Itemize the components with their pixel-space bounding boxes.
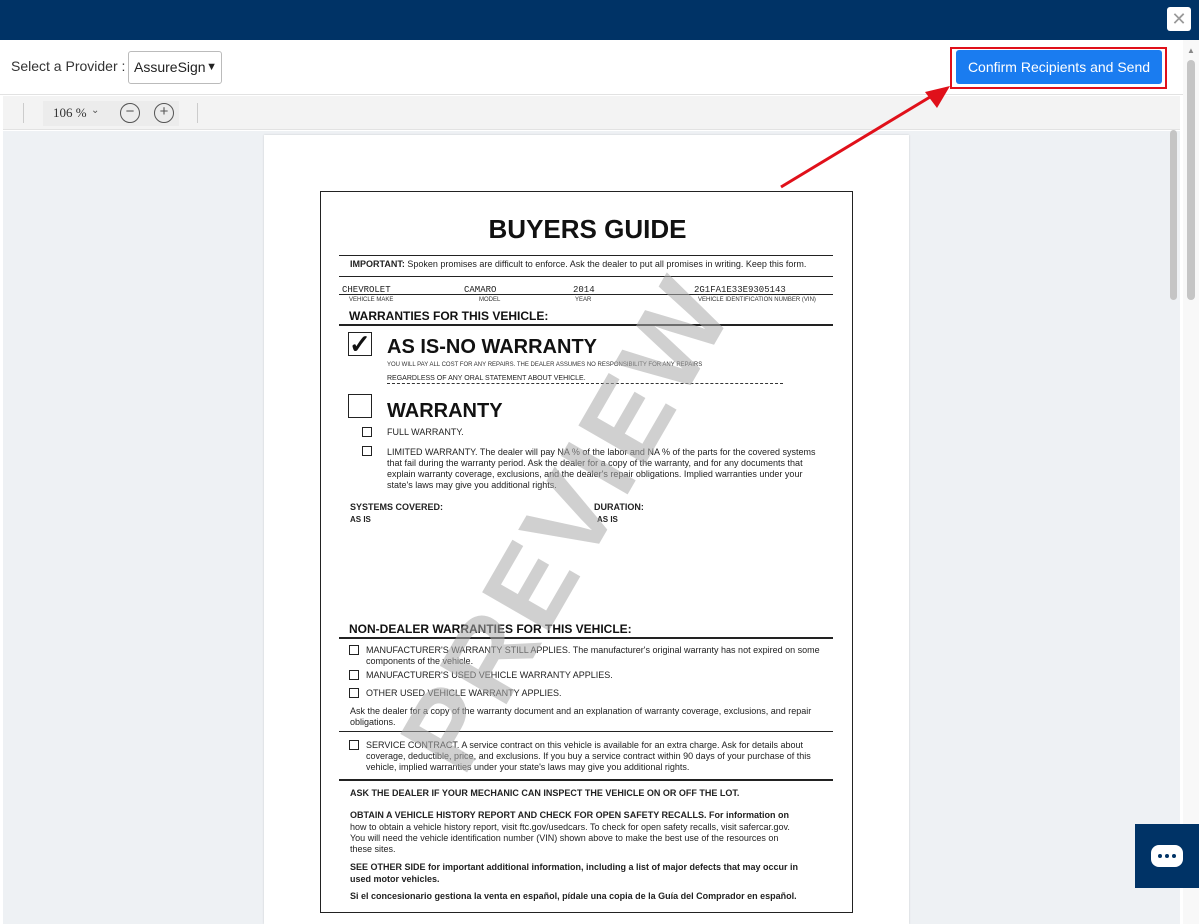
- divider: [339, 255, 833, 256]
- mfr-warranty-checkbox: [349, 645, 359, 655]
- make-caption: VEHICLE MAKE: [349, 297, 394, 303]
- service-line1: SERVICE CONTRACT. A service contract on …: [366, 740, 804, 750]
- mfr-used-checkbox: [349, 670, 359, 680]
- page-scrollbar[interactable]: ▲: [1183, 40, 1199, 924]
- mfr-still-line2: components of the vehicle.: [366, 656, 474, 666]
- important-text: Spoken promises are difficult to enforce…: [407, 259, 807, 269]
- warranty-title: WARRANTY: [387, 400, 503, 422]
- other-used-text: OTHER USED VEHICLE WARRANTY APPLIES.: [366, 688, 562, 698]
- chat-icon: [1151, 845, 1183, 867]
- divider: [23, 103, 24, 123]
- viewer-scrollbar-thumb[interactable]: [1170, 130, 1177, 300]
- ask-copy-line1: Ask the dealer for a copy of the warrant…: [350, 706, 812, 716]
- chevron-down-icon: ▼: [206, 61, 217, 73]
- full-warranty-checkbox: [362, 427, 372, 437]
- scrollbar-thumb[interactable]: [1187, 60, 1195, 300]
- service-contract-checkbox: [349, 740, 359, 750]
- systems-covered-value: AS IS: [350, 515, 371, 524]
- mfr-used-text: MANUFACTURER'S USED VEHICLE WARRANTY APP…: [366, 670, 613, 680]
- chat-widget-button[interactable]: [1135, 824, 1199, 888]
- zoom-level: 106 %: [53, 105, 87, 120]
- history-line4: these sites.: [350, 844, 396, 854]
- ask-copy-line2: obligations.: [350, 717, 396, 727]
- other-side-line1: SEE OTHER SIDE for important additional …: [350, 862, 799, 872]
- annotation-arrow-icon: [780, 86, 950, 189]
- year-caption: YEAR: [575, 297, 592, 303]
- divider: [387, 383, 783, 384]
- as-is-line1: YOU WILL PAY ALL COST FOR ANY REPAIRS. T…: [387, 362, 703, 368]
- history-line1: OBTAIN A VEHICLE HISTORY REPORT AND CHEC…: [350, 810, 790, 820]
- scroll-up-icon[interactable]: ▲: [1187, 46, 1195, 55]
- important-label: IMPORTANT:: [350, 259, 405, 269]
- pdf-viewer-toolbar: 106 % ⌄ − +: [3, 96, 1180, 130]
- history-line2: how to obtain a vehicle history report, …: [350, 822, 790, 832]
- model-caption: MODEL: [479, 297, 501, 303]
- modal-header: ✕: [0, 0, 1199, 40]
- provider-select[interactable]: AssureSign ▼: [128, 51, 222, 84]
- confirm-recipients-send-button[interactable]: Confirm Recipients and Send: [956, 50, 1162, 84]
- mfr-still-line1: MANUFACTURER'S WARRANTY STILL APPLIES. T…: [366, 645, 820, 655]
- full-warranty-text: FULL WARRANTY.: [387, 427, 464, 437]
- other-side-line2: used motor vehicles.: [350, 874, 440, 884]
- non-dealer-heading: NON-DEALER WARRANTIES FOR THIS VEHICLE:: [349, 622, 632, 636]
- warranties-heading: WARRANTIES FOR THIS VEHICLE:: [349, 309, 549, 323]
- limited-line4: state's laws may give you additional rig…: [387, 480, 557, 490]
- divider: [339, 731, 833, 732]
- limited-line2: that fail during the warranty period. As…: [387, 458, 803, 468]
- limited-line1: LIMITED WARRANTY. The dealer will pay NA…: [387, 447, 816, 457]
- mechanic-text: ASK THE DEALER IF YOUR MECHANIC CAN INSP…: [350, 788, 740, 798]
- service-line2: coverage, deductible, price, and exclusi…: [366, 751, 811, 761]
- duration-label: DURATION:: [594, 502, 644, 512]
- history-line3: You will need the vehicle identification…: [350, 833, 779, 843]
- divider: [339, 324, 833, 326]
- service-line3: vehicle, implied warranties under your s…: [366, 762, 690, 772]
- checkmark-icon: ✓: [349, 329, 371, 359]
- divider: [339, 637, 833, 639]
- spanish-note: Si el concesionario gestiona la venta en…: [350, 891, 797, 901]
- divider: [339, 779, 833, 781]
- limited-warranty-checkbox: [362, 446, 372, 456]
- document-title: BUYERS GUIDE: [488, 214, 687, 244]
- important-line: IMPORTANT: Spoken promises are difficult…: [350, 259, 806, 270]
- divider: [197, 103, 198, 123]
- vin-caption: VEHICLE IDENTIFICATION NUMBER (VIN): [698, 297, 816, 303]
- duration-value: AS IS: [597, 515, 618, 524]
- provider-selected-value: AssureSign: [134, 59, 206, 75]
- other-used-checkbox: [349, 688, 359, 698]
- close-icon[interactable]: ✕: [1167, 7, 1191, 31]
- as-is-title: AS IS-NO WARRANTY: [387, 336, 597, 358]
- provider-label: Select a Provider :: [11, 58, 126, 74]
- zoom-out-icon[interactable]: −: [120, 103, 140, 123]
- warranty-checkbox: [348, 394, 372, 418]
- systems-covered-label: SYSTEMS COVERED:: [350, 502, 444, 512]
- chevron-down-icon: ⌄: [91, 105, 100, 116]
- limited-line3: explain warranty coverage, exclusions, a…: [387, 469, 803, 479]
- buyers-guide-document: BUYERS GUIDE IMPORTANT: Spoken promises …: [320, 191, 853, 913]
- provider-toolbar: Select a Provider : AssureSign ▼ Confirm…: [0, 40, 1183, 95]
- zoom-in-icon[interactable]: +: [154, 103, 174, 123]
- divider: [339, 276, 833, 277]
